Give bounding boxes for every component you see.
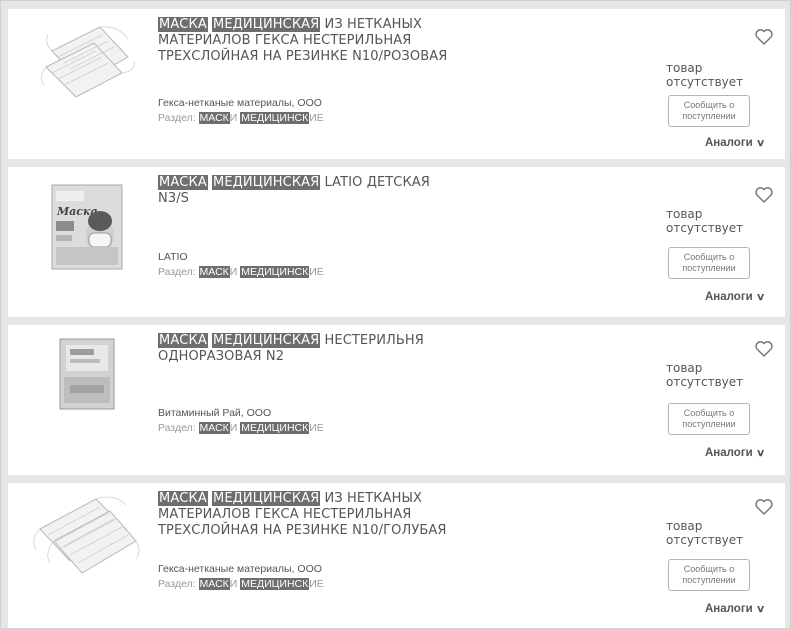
availability-status: товар отсутствует <box>666 519 744 547</box>
manufacturer: Гекса-нетканые материалы, ООО <box>158 97 322 109</box>
analogs-toggle[interactable]: Аналоги ∨ <box>705 603 766 615</box>
product-card: Маска МАСКА МЕДИЦИНСКАЯ LATIO ДЕТСКАЯ N3… <box>8 167 785 317</box>
chevron-down-icon: ∨ <box>755 292 766 303</box>
section-label: Раздел: МАСКИ МЕДИЦИНСКИЕ <box>158 266 324 278</box>
section-label: Раздел: МАСКИ МЕДИЦИНСКИЕ <box>158 578 324 590</box>
product-card: МАСКА МЕДИЦИНСКАЯ ИЗ НЕТКАНЫХ МАТЕРИАЛОВ… <box>8 9 785 159</box>
chevron-down-icon: ∨ <box>755 138 766 149</box>
analogs-toggle[interactable]: Аналоги ∨ <box>705 291 766 303</box>
chevron-down-icon: ∨ <box>755 604 766 615</box>
section-label: Раздел: МАСКИ МЕДИЦИНСКИЕ <box>158 112 324 124</box>
heart-icon[interactable] <box>754 185 774 205</box>
heart-icon[interactable] <box>754 339 774 359</box>
notify-button[interactable]: Сообщить о поступлении <box>668 403 750 435</box>
notify-button[interactable]: Сообщить о поступлении <box>668 247 750 279</box>
heart-icon[interactable] <box>754 27 774 47</box>
product-title[interactable]: МАСКА МЕДИЦИНСКАЯ ИЗ НЕТКАНЫХ МАТЕРИАЛОВ… <box>158 17 458 65</box>
product-title[interactable]: МАСКА МЕДИЦИНСКАЯ LATIO ДЕТСКАЯ N3/S <box>158 175 458 207</box>
product-title[interactable]: МАСКА МЕДИЦИНСКАЯ ИЗ НЕТКАНЫХ МАТЕРИАЛОВ… <box>158 491 458 539</box>
manufacturer: Витаминный Рай, ООО <box>158 407 272 419</box>
notify-button[interactable]: Сообщить о поступлении <box>668 559 750 591</box>
analogs-toggle[interactable]: Аналоги ∨ <box>705 137 766 149</box>
mask-pack-image[interactable] <box>30 489 142 579</box>
chevron-down-icon: ∨ <box>755 448 766 459</box>
availability-status: товар отсутствует <box>666 207 744 235</box>
search-results-list: МАСКА МЕДИЦИНСКАЯ ИЗ НЕТКАНЫХ МАТЕРИАЛОВ… <box>0 0 791 629</box>
mask-pack-image[interactable] <box>38 21 138 101</box>
availability-status: товар отсутствует <box>666 61 744 89</box>
mask-packet-image[interactable] <box>54 335 120 415</box>
analogs-toggle[interactable]: Аналоги ∨ <box>705 447 766 459</box>
availability-status: товар отсутствует <box>666 361 744 389</box>
mask-box-image[interactable]: Маска <box>48 181 128 273</box>
section-label: Раздел: МАСКИ МЕДИЦИНСКИЕ <box>158 422 324 434</box>
product-card: МАСКА МЕДИЦИНСКАЯ ИЗ НЕТКАНЫХ МАТЕРИАЛОВ… <box>8 483 785 628</box>
notify-button[interactable]: Сообщить о поступлении <box>668 95 750 127</box>
heart-icon[interactable] <box>754 497 774 517</box>
product-card: МАСКА МЕДИЦИНСКАЯ НЕСТЕРИЛЬНЯ ОДНОРАЗОВА… <box>8 325 785 475</box>
manufacturer: LATIO <box>158 251 188 263</box>
product-title[interactable]: МАСКА МЕДИЦИНСКАЯ НЕСТЕРИЛЬНЯ ОДНОРАЗОВА… <box>158 333 458 365</box>
manufacturer: Гекса-нетканые материалы, ООО <box>158 563 322 575</box>
